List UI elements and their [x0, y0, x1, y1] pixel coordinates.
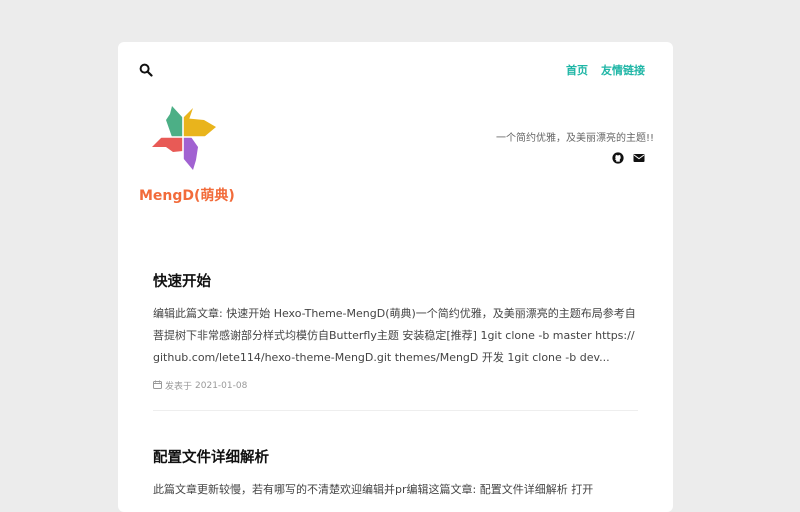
post-meta: 发表于 2021-01-08 [153, 379, 638, 392]
search-icon[interactable] [139, 62, 153, 77]
post-divider [153, 410, 638, 411]
envelope-icon[interactable] [633, 149, 645, 162]
post-item: 配置文件详细解析 此篇文章更新较慢，若有哪写的不清楚欢迎编辑并pr编辑这篇文章:… [153, 446, 638, 501]
post-meta-label: 发表于 [165, 382, 193, 392]
site-subtitle: 一个简约优雅，及美丽漂亮的主题!! [495, 133, 654, 144]
post-title[interactable]: 快速开始 [153, 270, 638, 291]
nav-friends-link[interactable]: 友情链接 [601, 62, 645, 78]
post-excerpt: 编辑此篇文章: 快速开始 Hexo-Theme-MengD(萌典)一个简约优雅，… [153, 307, 636, 364]
post-date: 2021-01-08 [195, 380, 248, 391]
post-item: 快速开始 编辑此篇文章: 快速开始 Hexo-Theme-MengD(萌典)一个… [153, 270, 638, 392]
calendar-icon [153, 380, 162, 392]
main-card: 首页 友情链接 MengD(萌典) 一个简约优雅，及美丽漂亮的主题!! 快速开始… [118, 42, 673, 512]
post-excerpt: 此篇文章更新较慢，若有哪写的不清楚欢迎编辑并pr编辑这篇文章: 配置文件详细解析… [153, 483, 594, 496]
nav-home-link[interactable]: 首页 [566, 62, 588, 78]
pinwheel-logo [146, 100, 220, 174]
social-links [612, 149, 645, 164]
top-nav: 首页 友情链接 [566, 62, 645, 78]
github-icon[interactable] [612, 149, 624, 164]
site-name[interactable]: MengD(萌典) [139, 185, 235, 205]
post-title[interactable]: 配置文件详细解析 [153, 446, 638, 467]
